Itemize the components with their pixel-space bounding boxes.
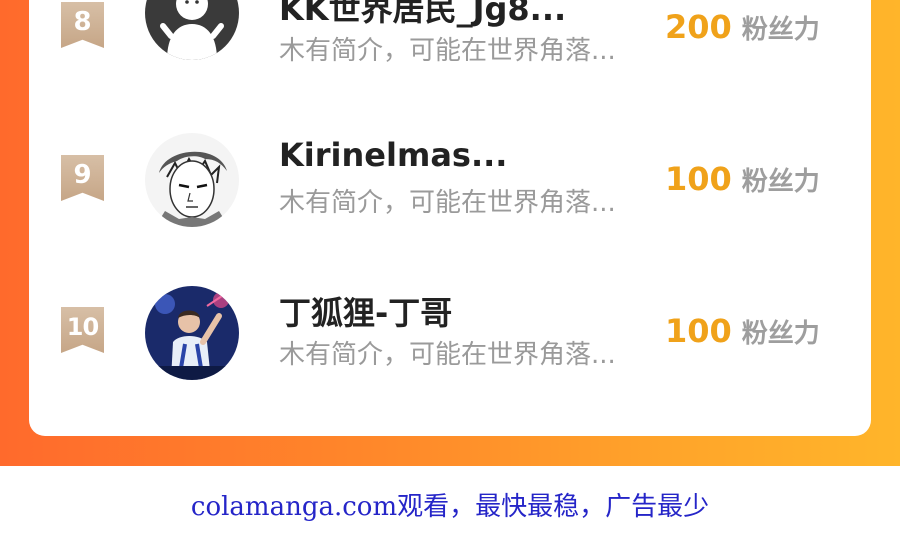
- list-item[interactable]: 9 Kirinelmas... 木有简介，可能在世界角落... 100 粉丝力: [29, 120, 871, 240]
- fan-power-unit: 粉丝力: [741, 319, 820, 349]
- manga-sketch-avatar-icon: [145, 133, 239, 227]
- user-bio: 木有简介，可能在世界角落...: [279, 36, 616, 66]
- fan-power-value: 100: [665, 160, 732, 198]
- user-name[interactable]: Kirinelmas...: [279, 136, 507, 174]
- fan-power: 200 粉丝力: [665, 8, 820, 46]
- fan-power-value: 100: [665, 312, 732, 350]
- user-name[interactable]: 丁狐狸-丁哥: [279, 288, 452, 334]
- leaderboard-banner: 8 KK世界居民_Jg8... 木有简介，可能在世界角落... 200 粉丝力 9: [0, 0, 900, 466]
- avatar[interactable]: [145, 286, 239, 380]
- fan-power-unit: 粉丝力: [741, 15, 820, 45]
- leaderboard-card: 8 KK世界居民_Jg8... 木有简介，可能在世界角落... 200 粉丝力 9: [29, 0, 871, 436]
- fan-power-value: 200: [665, 8, 732, 46]
- concert-photo-avatar-icon: [145, 286, 239, 380]
- fan-power: 100 粉丝力: [665, 160, 820, 198]
- rank-badge: 8: [61, 2, 104, 48]
- user-bio: 木有简介，可能在世界角落...: [279, 188, 616, 218]
- user-name[interactable]: KK世界居民_Jg8...: [279, 0, 566, 30]
- avatar[interactable]: [145, 0, 239, 60]
- rank-badge: 9: [61, 155, 104, 201]
- watermark-footer: colamanga.com观看，最快最稳，广告最少: [0, 466, 900, 554]
- default-ghost-avatar-icon: [145, 0, 239, 60]
- watermark-text: colamanga.com观看，最快最稳，广告最少: [190, 492, 710, 522]
- list-item[interactable]: 8 KK世界居民_Jg8... 木有简介，可能在世界角落... 200 粉丝力: [29, 0, 871, 90]
- rank-badge: 10: [61, 307, 104, 353]
- list-item[interactable]: 10 丁狐狸-丁哥 木有简介，可能在世界角落... 100 粉丝力: [29, 272, 871, 392]
- avatar[interactable]: [145, 133, 239, 227]
- fan-power-unit: 粉丝力: [741, 167, 820, 197]
- user-bio: 木有简介，可能在世界角落...: [279, 340, 616, 370]
- fan-power: 100 粉丝力: [665, 312, 820, 350]
